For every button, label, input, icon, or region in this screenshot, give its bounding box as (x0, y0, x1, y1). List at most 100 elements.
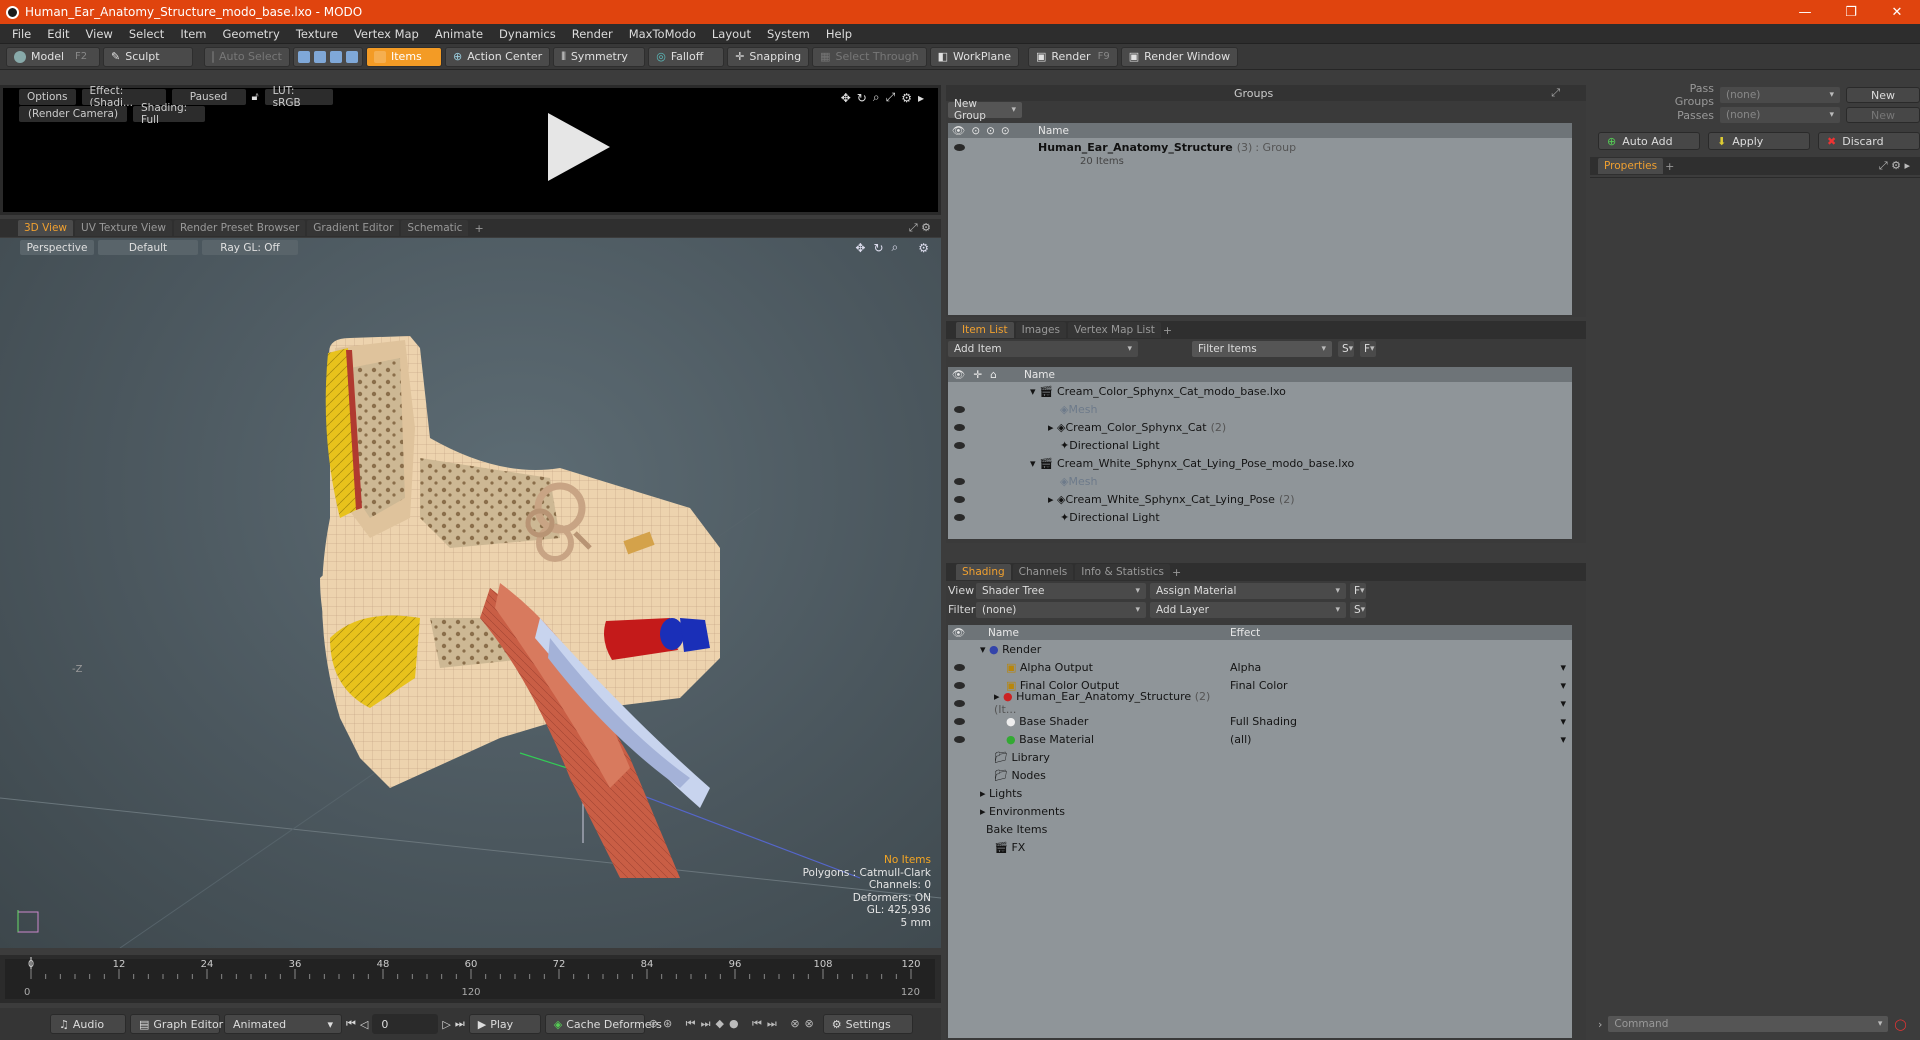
settings-button[interactable]: ⚙ Settings (822, 1014, 913, 1034)
table-row[interactable]: ▸ Environments (948, 802, 1572, 820)
tab-shading[interactable]: Shading (956, 564, 1011, 580)
tab-render-preset-browser[interactable]: Render Preset Browser (173, 220, 306, 236)
key-tools-icons[interactable]: ⊛⊛ ⏮⏭◆● ⏮⏭ ⊗⊗ (649, 1017, 819, 1031)
passes-dropdown[interactable]: (none) (1720, 107, 1840, 123)
zoom-icon[interactable]: ⌕ (873, 90, 880, 105)
list-item[interactable]: ▸ ◈ Cream_White_Sphynx_Cat_Lying_Pose (2) (948, 490, 1572, 508)
workplane-button[interactable]: ◧ WorkPlane (929, 46, 1019, 67)
tab-images[interactable]: Images (1015, 322, 1066, 338)
timeline[interactable]: 0 12 24 36 48 60 72 84 96 108 120 0 120 120 (0, 955, 941, 1003)
add-tab-icon[interactable]: + (1665, 160, 1674, 173)
render-camera-dropdown[interactable]: (Render Camera) (19, 106, 127, 122)
tab-item-list[interactable]: Item List (956, 322, 1014, 338)
assign-material-dropdown[interactable]: Assign Material (1150, 582, 1346, 599)
polygons-mode-icon[interactable] (330, 50, 342, 63)
table-row[interactable]: ▸ ● Human_Ear_Anatomy_Structure (2) (It.… (948, 690, 1572, 716)
next-key-icon[interactable]: ▷ (442, 1018, 450, 1031)
tab-3d-view[interactable]: 3D View (18, 220, 74, 236)
list-item[interactable]: ◈ Mesh (948, 472, 1572, 490)
apply-button[interactable]: ⬇ Apply (1708, 132, 1810, 150)
sculpt-mode-button[interactable]: ✎ Sculpt (103, 46, 193, 67)
pass-groups-dropdown[interactable]: (none) (1720, 87, 1840, 103)
lock-icon[interactable]: 🔓︎ (252, 90, 259, 104)
f-button[interactable]: F (1360, 341, 1376, 357)
filter-dropdown[interactable]: (none) (976, 601, 1146, 618)
render-window-button[interactable]: ▣ Render Window (1120, 46, 1239, 67)
ear-anatomy-model[interactable] (300, 318, 900, 898)
tab-gradient-editor[interactable]: Gradient Editor (307, 220, 400, 236)
tab-schematic[interactable]: Schematic (401, 220, 469, 236)
command-input[interactable]: Command (1608, 1016, 1889, 1032)
s-button[interactable]: S (1338, 341, 1354, 357)
graph-editor-button[interactable]: ▤ Graph Editor (130, 1014, 223, 1034)
cache-deformers-button[interactable]: ◈ Cache Deformers (544, 1014, 662, 1034)
list-item[interactable]: ◈ Mesh (948, 400, 1572, 418)
snapping-button[interactable]: ✛ Snapping (727, 46, 810, 67)
go-to-end-icon[interactable]: ⏭ (455, 1017, 465, 1031)
3d-viewport[interactable]: Perspective Default Ray GL: Off ✥ ↻ ⌕ ⚙ … (0, 238, 941, 948)
menu-select[interactable]: Select (121, 27, 172, 41)
menu-file[interactable]: File (4, 27, 39, 41)
falloff-button[interactable]: ◎ Falloff (648, 46, 725, 67)
table-row[interactable]: 📁︎ Nodes (948, 766, 1572, 784)
menu-animate[interactable]: Animate (427, 27, 491, 41)
menu-texture[interactable]: Texture (288, 27, 346, 41)
discard-button[interactable]: ✖ Discard (1818, 132, 1920, 150)
materials-mode-icon[interactable] (346, 50, 358, 63)
tab-uv-texture-view[interactable]: UV Texture View (75, 220, 172, 236)
list-item[interactable]: ▸ ◈ Cream_Color_Sphynx_Cat (2) (948, 418, 1572, 436)
add-tab-icon[interactable]: + (1163, 324, 1172, 337)
groups-list[interactable]: 👁︎⊙⊙⊙ Name Human_Ear_Anatomy_Structure (… (948, 123, 1572, 315)
maximize-button[interactable]: ❐ (1828, 5, 1874, 20)
new-pass-group-button[interactable]: New (1846, 87, 1920, 103)
add-tab-icon[interactable]: + (1172, 566, 1181, 579)
item-tree[interactable]: 👁︎✛⌂ Name ▾ 🎬︎ Cream_Color_Sphynx_Cat_mod… (948, 367, 1572, 539)
menu-help[interactable]: Help (818, 27, 860, 41)
menu-edit[interactable]: Edit (39, 27, 77, 41)
auto-add-button[interactable]: ⊕ Auto Add (1598, 132, 1700, 150)
action-center-button[interactable]: ⊕ Action Center (445, 46, 551, 67)
symmetry-button[interactable]: ⫴ Symmetry (553, 46, 646, 67)
eye-icon[interactable] (954, 143, 965, 151)
vertices-mode-icon[interactable] (298, 50, 310, 63)
menu-system[interactable]: System (759, 27, 818, 41)
s-button[interactable]: S (1350, 601, 1366, 618)
table-row[interactable]: ● Base Material (all) ▾ (948, 730, 1572, 748)
menu-item[interactable]: Item (172, 27, 214, 41)
gear-icon[interactable]: ⚙ (901, 91, 912, 105)
preview-options-button[interactable]: Options (19, 89, 76, 105)
table-row[interactable]: Bake Items (948, 820, 1572, 838)
shading-dropdown[interactable]: Shading: Full (133, 102, 205, 126)
render-button[interactable]: ▣ Render F9 (1028, 46, 1118, 67)
select-through-button[interactable]: ▦ Select Through (812, 46, 927, 67)
table-row[interactable]: 📁︎ Library (948, 748, 1572, 766)
menu-layout[interactable]: Layout (704, 27, 759, 41)
go-to-start-icon[interactable]: ⏮ (346, 1017, 356, 1031)
auto-select-button[interactable]: Auto Select (204, 46, 290, 67)
prev-key-icon[interactable]: ◁ (360, 1018, 368, 1031)
group-row[interactable]: Human_Ear_Anatomy_Structure (3) : Group (948, 138, 1572, 156)
add-layer-dropdown[interactable]: Add Layer (1150, 601, 1346, 618)
minimize-button[interactable]: — (1782, 5, 1828, 20)
tab-vertex-map-list[interactable]: Vertex Map List (1067, 322, 1161, 338)
menu-maxtomodo[interactable]: MaxToModo (621, 27, 704, 41)
list-item[interactable]: ✦ Directional Light (948, 436, 1572, 454)
frame-input[interactable]: 0 (372, 1014, 439, 1034)
f-button[interactable]: F (1350, 582, 1366, 599)
maximize-icon[interactable]: ⤢ (886, 90, 896, 105)
new-group-button[interactable]: New Group (948, 98, 1022, 122)
command-stop-icon[interactable]: ◯ (1894, 1018, 1906, 1031)
new-pass-button[interactable]: New (1846, 107, 1920, 123)
table-row[interactable]: ▾ ● Render (948, 640, 1572, 658)
table-row[interactable]: ▸ Lights (948, 784, 1572, 802)
pan-icon[interactable]: ✥ (841, 91, 851, 105)
menu-render[interactable]: Render (564, 27, 621, 41)
list-item[interactable]: ▾ 🎬︎ Cream_White_Sphynx_Cat_Lying_Pose_mo… (948, 454, 1572, 472)
play-button[interactable]: ▶ Play (468, 1014, 541, 1034)
play-preview-icon[interactable] (548, 113, 610, 181)
tab-properties[interactable]: Properties (1598, 158, 1664, 174)
audio-button[interactable]: ♫ Audio (50, 1014, 126, 1034)
timeline-ruler[interactable]: 0 12 24 36 48 60 72 84 96 108 120 0 120 120 (0, 955, 941, 1003)
menu-vertex-map[interactable]: Vertex Map (346, 27, 427, 41)
model-mode-button[interactable]: Model F2 (6, 46, 100, 67)
